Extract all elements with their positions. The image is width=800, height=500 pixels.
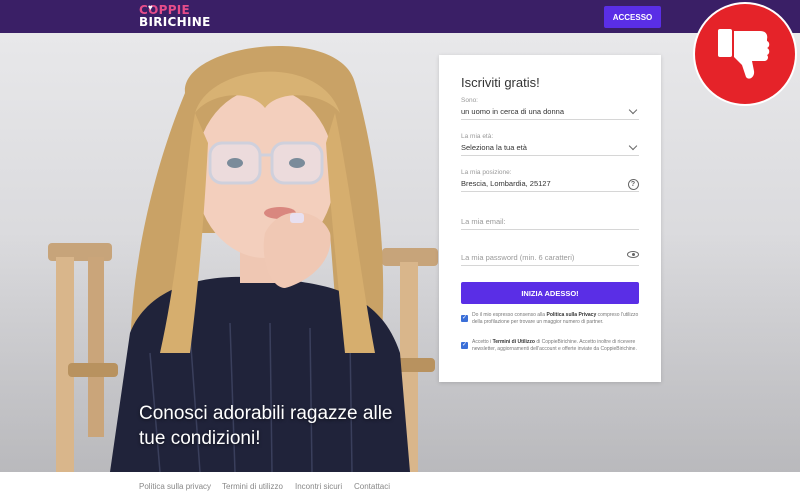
age-value: Seleziona la tua età (461, 143, 527, 152)
age-label: La mia età: (461, 133, 494, 140)
footer-link-contact[interactable]: Contattaci (354, 482, 390, 491)
hero-headline: Conosci adorabili ragazze alle tue condi… (139, 401, 439, 451)
email-placeholder: La mia email: (461, 217, 506, 226)
gender-label: Sono: (461, 97, 478, 104)
terms-of-use-link[interactable]: Termini di Utilizzo (493, 339, 535, 345)
top-navbar: COPPIE BIRICHINE ♥ ACCESSO (0, 0, 800, 33)
location-value: Brescia, Lombardia, 25127 (461, 179, 551, 188)
signup-submit-button[interactable]: INIZIA ADESSO! (461, 282, 639, 304)
thumbs-down-icon (718, 29, 770, 79)
form-title: Iscriviti gratis! (461, 75, 540, 90)
signup-form: Iscriviti gratis! Sono: un uomo in cerca… (439, 55, 661, 382)
privacy-prefix: Do il mio espresso consenso alla (472, 312, 547, 318)
location-field[interactable]: La mia posizione: Brescia, Lombardia, 25… (461, 168, 639, 192)
privacy-checkbox[interactable]: ✓ (461, 315, 468, 322)
password-placeholder: La mia password (min. 6 caratteri) (461, 253, 575, 262)
age-select[interactable]: La mia età: Seleziona la tua età (461, 132, 639, 156)
footer: Politica sulla privacy Termini di utiliz… (0, 472, 800, 500)
chevron-down-icon[interactable] (627, 104, 639, 116)
chevron-down-icon[interactable] (627, 140, 639, 152)
login-button[interactable]: ACCESSO (604, 6, 661, 28)
gender-value: un uomo in cerca di una donna (461, 107, 564, 116)
email-field[interactable]: La mia email: (461, 215, 639, 230)
location-label: La mia posizione: (461, 169, 512, 176)
terms-consent: ✓ Accetto i Termini di Utilizzo di Coppi… (461, 339, 639, 353)
password-field[interactable]: La mia password (min. 6 caratteri) (461, 251, 639, 266)
question-icon[interactable]: ? (627, 177, 639, 190)
terms-checkbox[interactable]: ✓ (461, 342, 468, 349)
thumbs-down-badge (695, 4, 795, 104)
page: COPPIE BIRICHINE ♥ ACCESSO Conosci adora… (0, 0, 800, 500)
hero-headline-line2: tue condizioni! (139, 428, 261, 449)
privacy-consent: ✓ Do il mio espresso consenso alla Polit… (461, 312, 639, 326)
footer-link-privacy[interactable]: Politica sulla privacy (139, 482, 211, 491)
eye-icon[interactable] (627, 249, 639, 261)
heart-icon: ♥ (148, 3, 153, 12)
privacy-policy-link[interactable]: Politica sulla Privacy (546, 312, 596, 318)
hero-headline-line1: Conosci adorabili ragazze alle (139, 403, 393, 424)
logo-line2: BIRICHINE (139, 15, 211, 29)
terms-consent-text: Accetto i Termini di Utilizzo di CoppieB… (472, 339, 639, 353)
footer-link-terms[interactable]: Termini di utilizzo (222, 482, 283, 491)
privacy-consent-text: Do il mio espresso consenso alla Politic… (472, 312, 639, 326)
footer-link-safety[interactable]: Incontri sicuri (295, 482, 342, 491)
gender-select[interactable]: Sono: un uomo in cerca di una donna (461, 96, 639, 120)
terms-prefix: Accetto i (472, 339, 493, 345)
hero-section: Conosci adorabili ragazze alle tue condi… (0, 33, 800, 472)
